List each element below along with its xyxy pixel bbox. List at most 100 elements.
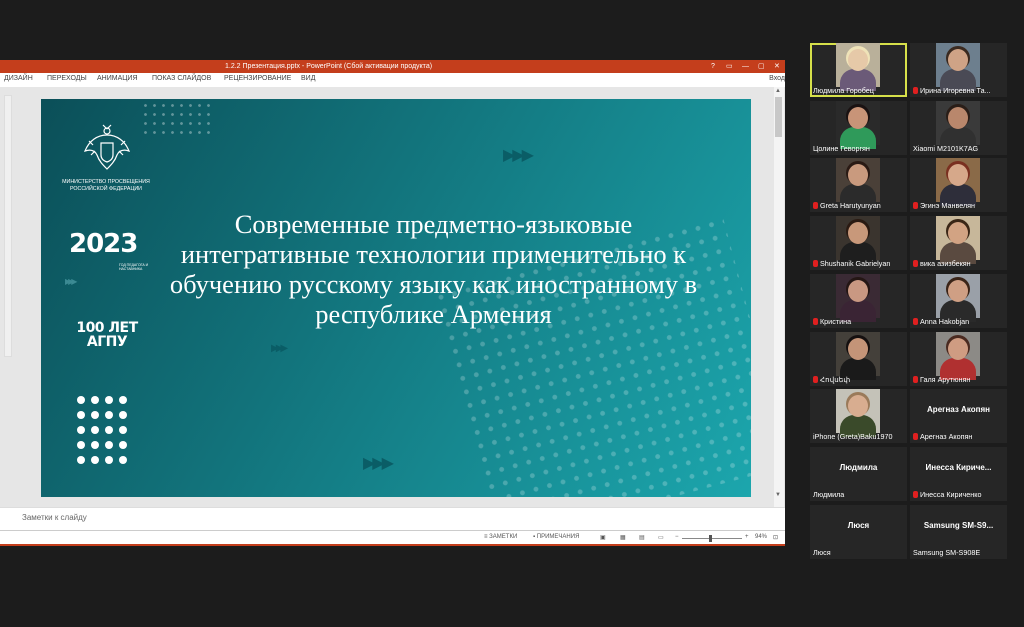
participant-name: Xiaomi M2101K7AG	[913, 144, 1005, 153]
participant-name-text: Людмила Горобец	[813, 86, 874, 95]
tab-review[interactable]: РЕЦЕНЗИРОВАНИЕ	[224, 75, 291, 82]
year-2023-logo: 2023	[69, 229, 138, 259]
zoom-slider[interactable]	[682, 538, 742, 539]
participant-tile[interactable]: Greta Harutyunyan	[810, 158, 907, 213]
participant-name-text: Anna Hakobjan	[920, 316, 970, 326]
help-button[interactable]: ?	[711, 60, 715, 73]
participant-face	[848, 164, 868, 187]
scroll-down-icon[interactable]: ▼	[775, 492, 781, 498]
anniversary-line2: АГПУ	[86, 334, 128, 350]
participant-face	[948, 49, 968, 71]
participant-face	[848, 222, 868, 245]
notes-pane[interactable]: Заметки к слайду	[0, 507, 785, 530]
participant-tile[interactable]: Эгинэ Манвелян	[910, 158, 1007, 213]
participant-name: вика азизбекян	[913, 259, 1005, 268]
participant-name-text: Ирина Игоревна Та...	[920, 86, 991, 95]
ministry-label: МИНИСТЕРСТВО ПРОСВЕЩЕНИЯ РОССИЙСКОЙ ФЕДЕ…	[62, 179, 150, 192]
participant-name-text: Галя Арутюнян	[920, 374, 971, 384]
participant-tile[interactable]: Галя Арутюнян	[910, 331, 1007, 386]
participant-name: Люся	[813, 548, 905, 557]
participant-tile[interactable]: Инесса Киричe... Инесса Кириченко	[910, 446, 1007, 501]
ribbon-tabs: ДИЗАЙН ПЕРЕХОДЫ АНИМАЦИЯ ПОКАЗ СЛАЙДОВ Р…	[0, 73, 785, 87]
slide-title[interactable]: Современные предметно-языковые интеграти…	[156, 209, 711, 329]
vertical-scrollbar[interactable]: ▲ ▼	[774, 87, 784, 507]
comments-toggle[interactable]: ▪ ПРИМЕЧАНИЯ	[533, 534, 579, 540]
participant-tile[interactable]: Людмила Людмила	[810, 446, 907, 501]
participant-name-text: Кристина	[820, 316, 852, 326]
notes-placeholder: Заметки к слайду	[22, 513, 87, 522]
dot	[105, 456, 113, 464]
zoom-slider-knob[interactable]	[709, 535, 712, 542]
zoom-level[interactable]: 94%	[755, 534, 767, 540]
maximize-button[interactable]: ▢	[758, 60, 765, 73]
powerpoint-title-bar: 1.2.2 Презентация.pptx - PowerPoint (Сбо…	[0, 60, 785, 73]
scroll-up-icon[interactable]: ▲	[775, 88, 781, 94]
participant-face	[848, 395, 868, 418]
participant-tile[interactable]: Samsung SM-S9... Samsung SM-S908E	[910, 504, 1007, 559]
participant-name: Greta Harutyunyan	[813, 201, 905, 210]
tab-slideshow[interactable]: ПОКАЗ СЛАЙДОВ	[152, 75, 211, 82]
tab-animation[interactable]: АНИМАЦИЯ	[97, 75, 138, 82]
scrollbar-thumb[interactable]	[775, 97, 782, 137]
tab-transitions[interactable]: ПЕРЕХОДЫ	[47, 75, 87, 82]
dot	[91, 396, 99, 404]
sign-in-link[interactable]: Вход	[769, 75, 785, 82]
muted-mic-icon	[913, 433, 918, 441]
participant-face	[948, 164, 968, 187]
year-logo-caption: ГОД ПЕДАГОГА И НАСТАВНИКА	[119, 263, 149, 271]
muted-mic-icon	[813, 260, 818, 268]
participant-video	[836, 273, 880, 322]
arrows-decoration: ▶▶▶	[271, 343, 288, 354]
muted-mic-icon	[913, 202, 918, 210]
participant-display-name: Людмила	[839, 462, 878, 472]
participant-tile[interactable]: iPhone (Greta)Baku1970	[810, 389, 907, 444]
participant-face	[848, 337, 868, 360]
ribbon-display-button[interactable]: ▭	[726, 60, 733, 73]
dot	[105, 441, 113, 449]
participant-tile[interactable]: Людмила Горобец	[810, 43, 907, 97]
participant-name: Samsung SM-S908E	[913, 548, 1005, 557]
participant-tile[interactable]: Арегназ Акопян Арегназ Акопян	[910, 389, 1007, 444]
tab-view[interactable]: ВИД	[301, 75, 315, 82]
participant-tile[interactable]: Հովսեփ	[810, 331, 907, 386]
participant-name: Людмила	[813, 490, 905, 499]
participant-tile[interactable]: Люся Люся	[810, 504, 907, 559]
participant-tile[interactable]: Xiaomi M2101K7AG	[910, 100, 1007, 155]
arrows-decoration: ▶▶▶	[65, 277, 78, 286]
participant-name: Галя Арутюнян	[913, 375, 1005, 384]
zoom-out-button[interactable]: −	[675, 534, 679, 540]
participant-tile[interactable]: Shushanik Gabrielyan	[810, 216, 907, 271]
participant-name: iPhone (Greta)Baku1970	[813, 432, 905, 441]
participant-name: Арегназ Акопян	[913, 432, 1005, 441]
fit-slide-icon[interactable]: ⊡	[773, 534, 778, 541]
thumbnail-pane-edge[interactable]	[4, 95, 12, 357]
dot	[77, 411, 85, 419]
dot	[77, 456, 85, 464]
tab-design[interactable]: ДИЗАЙН	[4, 75, 33, 82]
participant-name: Shushanik Gabrielyan	[813, 259, 905, 268]
anniversary-logo: 100 ЛЕТ АГПУ	[61, 321, 153, 349]
participant-tile[interactable]: Ирина Игоревна Та...	[910, 43, 1007, 97]
participant-tile[interactable]: Anna Hakobjan	[910, 273, 1007, 328]
participant-video	[936, 158, 980, 207]
slide-sorter-icon[interactable]: ▦	[620, 534, 626, 541]
notes-toggle[interactable]: ≡ ЗАМЕТКИ	[484, 534, 517, 540]
participant-video	[836, 216, 880, 265]
participant-tile[interactable]: Цолине Геворгян	[810, 100, 907, 155]
reading-view-icon[interactable]: ▤	[639, 534, 645, 541]
muted-mic-icon	[913, 490, 918, 498]
close-button[interactable]: ✕	[774, 60, 780, 73]
participant-name-text: Shushanik Gabrielyan	[820, 259, 891, 269]
eagle-emblem-icon	[83, 124, 131, 170]
slideshow-icon[interactable]: ▭	[658, 534, 664, 541]
participant-name: Ирина Игоревна Та...	[913, 86, 1005, 95]
minimize-button[interactable]: —	[742, 60, 749, 73]
participant-name-text: Samsung SM-S908E	[913, 547, 981, 557]
participant-tile[interactable]: вика азизбекян	[910, 216, 1007, 271]
slide-canvas[interactable]: ▶▶▶ ▶▶▶ ▶▶▶ ▶▶▶ МИНИСТЕРСТВО ПРОСВЕЩЕНИЯ…	[41, 99, 751, 497]
zoom-in-button[interactable]: +	[745, 534, 749, 540]
muted-mic-icon	[913, 260, 918, 268]
muted-mic-icon	[913, 375, 918, 383]
normal-view-icon[interactable]: ▣	[600, 534, 606, 541]
participant-tile[interactable]: Кристина	[810, 273, 907, 328]
